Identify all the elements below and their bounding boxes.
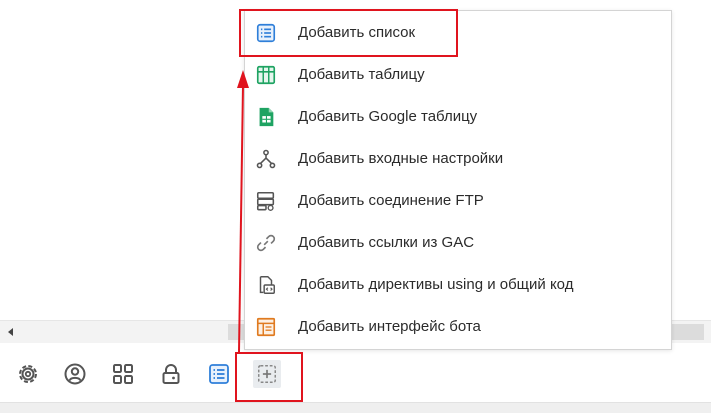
annotation-arrow <box>237 70 249 353</box>
